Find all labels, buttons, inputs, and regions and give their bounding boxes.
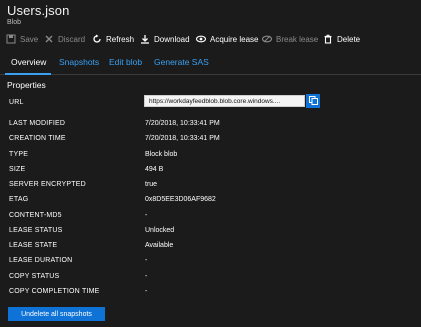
download-icon (140, 34, 150, 44)
lease-icon (196, 34, 206, 44)
property-value: Available (145, 242, 174, 249)
property-label: LEASE STATUS (9, 227, 63, 234)
download-label: Download (154, 34, 190, 44)
acquire-lease-button[interactable]: Acquire lease (196, 31, 258, 47)
break-lease-button[interactable]: Break lease (262, 31, 318, 47)
property-label: SERVER ENCRYPTED (9, 181, 86, 188)
property-value: true (145, 181, 158, 188)
property-label: CREATION TIME (9, 135, 66, 142)
refresh-icon (92, 34, 102, 44)
property-value: 0x8D5EE3D06AF9682 (145, 196, 216, 203)
save-icon (6, 34, 16, 44)
copy-icon (308, 92, 318, 110)
property-value: 494 B (145, 166, 164, 173)
page-title: Users.json (7, 3, 70, 18)
download-button[interactable]: Download (140, 31, 190, 47)
property-label: LEASE STATE (9, 242, 58, 249)
property-label: SIZE (9, 166, 26, 173)
toolbar: Save Discard Refresh Download Acquire le… (0, 31, 421, 47)
delete-button[interactable]: Delete (323, 31, 360, 47)
property-label: TYPE (9, 151, 29, 158)
property-label: CONTENT-MD5 (9, 212, 62, 219)
property-label: ETAG (9, 196, 29, 203)
property-label: COPY STATUS (9, 273, 60, 280)
property-value: - (145, 288, 148, 295)
property-value: 7/20/2018, 10:33:41 PM (145, 135, 220, 142)
break-lease-label: Break lease (276, 34, 319, 44)
url-label: URL (9, 99, 24, 106)
trash-icon (323, 34, 333, 44)
tab-edit-blob[interactable]: Edit blob (109, 57, 142, 67)
acquire-lease-label: Acquire lease (210, 34, 259, 44)
discard-button[interactable]: Discard (44, 31, 85, 47)
property-value: - (145, 212, 148, 219)
property-value: Block blob (145, 151, 178, 158)
property-label: LEASE DURATION (9, 257, 73, 264)
discard-label: Discard (58, 34, 86, 44)
blob-overview-page: Users.json Blob Save Discard Refresh Dow… (0, 0, 421, 327)
property-label: LAST MODIFIED (9, 120, 66, 127)
property-value: 7/20/2018, 10:33:41 PM (145, 120, 220, 127)
url-field[interactable]: https://workdayfeedblob.blob.core.window… (144, 95, 305, 107)
copy-url-button[interactable] (306, 94, 320, 108)
tab-snapshots[interactable]: Snapshots (59, 57, 99, 67)
tab-overview[interactable]: Overview (11, 57, 46, 67)
tab-generate-sas[interactable]: Generate SAS (154, 57, 209, 67)
save-label: Save (20, 34, 39, 44)
tab-bar: Overview Snapshots Edit blob Generate SA… (0, 55, 421, 75)
delete-label: Delete (337, 34, 361, 44)
properties-heading: Properties (7, 80, 46, 90)
active-tab-indicator (5, 73, 51, 75)
save-button[interactable]: Save (6, 31, 38, 47)
property-value: - (145, 273, 148, 280)
refresh-button[interactable]: Refresh (92, 31, 134, 47)
page-subtitle: Blob (7, 19, 22, 26)
broken-lease-icon (262, 34, 272, 44)
refresh-label: Refresh (106, 34, 135, 44)
property-label: COPY COMPLETION TIME (9, 288, 100, 295)
undelete-snapshots-button[interactable]: Undelete all snapshots (8, 307, 105, 321)
close-icon (44, 34, 54, 44)
property-value: - (145, 257, 148, 264)
property-value: Unlocked (145, 227, 175, 234)
